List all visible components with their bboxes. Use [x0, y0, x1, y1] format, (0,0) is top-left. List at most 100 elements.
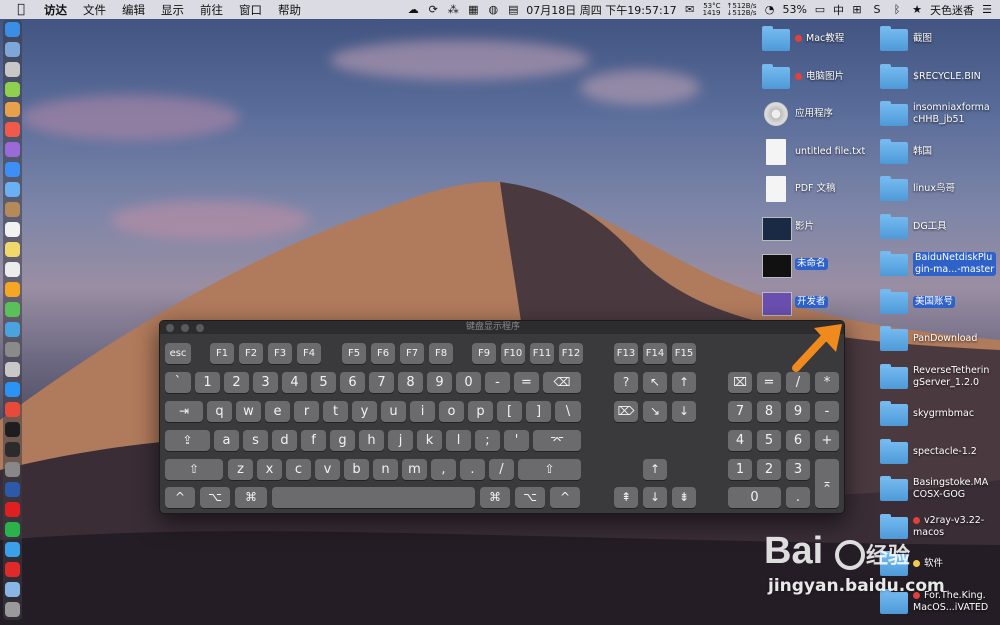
- key-f7[interactable]: F7: [400, 343, 424, 364]
- key-arrow-up[interactable]: ↑: [643, 459, 667, 480]
- key-num-3[interactable]: 3: [786, 459, 810, 480]
- menu-edit[interactable]: 编辑: [122, 2, 145, 18]
- launchpad-icon[interactable]: [5, 42, 20, 57]
- app-icon[interactable]: [5, 362, 20, 377]
- key-backtick[interactable]: `: [165, 372, 191, 393]
- notes-icon[interactable]: [5, 242, 20, 257]
- window-titlebar[interactable]: 键盘显示程序: [160, 321, 844, 334]
- key-num-9[interactable]: 9: [786, 401, 810, 422]
- key-esc[interactable]: esc: [165, 343, 191, 364]
- desktop-folder-baidunetdisk-plugin[interactable]: BaiduNetdiskPlu gin-ma...-master: [880, 251, 997, 277]
- yandex-icon[interactable]: [5, 502, 20, 517]
- key-num-equals[interactable]: =: [757, 372, 781, 393]
- key-right-command[interactable]: ⌘: [480, 487, 510, 508]
- desktop-disk-applications[interactable]: 应用程序: [762, 101, 833, 127]
- desktop-folder-linux[interactable]: linux鸟哥: [880, 176, 955, 202]
- share-icon[interactable]: ⁂: [446, 3, 460, 16]
- safari-icon[interactable]: [5, 162, 20, 177]
- grid-icon[interactable]: ⊞: [850, 3, 864, 16]
- messages-icon[interactable]: [5, 302, 20, 317]
- key-arrow-down[interactable]: ↓: [643, 487, 667, 508]
- downloads-folder-icon[interactable]: [5, 582, 20, 597]
- key-m[interactable]: m: [402, 459, 427, 480]
- key-a[interactable]: a: [214, 430, 239, 451]
- key-num-0[interactable]: 0: [728, 487, 781, 508]
- key-arrow-right[interactable]: ⇟: [672, 487, 696, 508]
- key-g[interactable]: g: [330, 430, 355, 451]
- zoom-button[interactable]: [196, 324, 204, 332]
- key-num-enter[interactable]: ⌅: [815, 459, 839, 508]
- key-w[interactable]: w: [236, 401, 261, 422]
- mail-icon[interactable]: ✉: [683, 3, 697, 16]
- key-r[interactable]: r: [294, 401, 319, 422]
- calendar-icon[interactable]: ▤: [506, 3, 520, 16]
- system-stats[interactable]: 53°C 1419: [703, 2, 721, 17]
- key-5[interactable]: 5: [311, 372, 336, 393]
- key-num-2[interactable]: 2: [757, 459, 781, 480]
- key-num-divide[interactable]: /: [786, 372, 810, 393]
- app-icon[interactable]: [5, 542, 20, 557]
- app-icon[interactable]: [5, 142, 20, 157]
- key-f5[interactable]: F5: [342, 343, 366, 364]
- key-f3[interactable]: F3: [268, 343, 292, 364]
- s-app-icon[interactable]: S: [870, 3, 884, 16]
- desktop-folder-mac-tutorial[interactable]: Mac教程: [762, 26, 844, 52]
- desktop-folder-insomniax[interactable]: insomniaxforma cHHB_jb51: [880, 101, 990, 127]
- finder-icon[interactable]: [5, 22, 20, 37]
- key-o[interactable]: o: [439, 401, 464, 422]
- key-page-up[interactable]: ↑: [672, 372, 696, 393]
- sync-icon[interactable]: ⟳: [426, 3, 440, 16]
- app-icon[interactable]: [5, 342, 20, 357]
- key-quote[interactable]: ': [504, 430, 529, 451]
- key-f12[interactable]: F12: [559, 343, 583, 364]
- key-forward-delete[interactable]: ⌦: [614, 401, 638, 422]
- key-c[interactable]: c: [286, 459, 311, 480]
- key-num-minus[interactable]: -: [815, 401, 839, 422]
- app-icon[interactable]: [5, 122, 20, 137]
- key-right-bracket[interactable]: ]: [526, 401, 551, 422]
- key-1[interactable]: 1: [195, 372, 220, 393]
- terminal-icon[interactable]: [5, 422, 20, 437]
- battery-icon[interactable]: ▭: [813, 3, 827, 16]
- key-right-shift[interactable]: ⇧: [518, 459, 581, 480]
- battery-label[interactable]: 53%: [783, 3, 807, 16]
- menu-file[interactable]: 文件: [83, 2, 106, 18]
- wifi-icon[interactable]: ◔: [763, 3, 777, 16]
- key-period[interactable]: .: [460, 459, 485, 480]
- key-7[interactable]: 7: [369, 372, 394, 393]
- key-9[interactable]: 9: [427, 372, 452, 393]
- appstore-icon[interactable]: [5, 382, 20, 397]
- settings-icon[interactable]: [5, 62, 20, 77]
- list-menu-icon[interactable]: ☰: [980, 3, 994, 16]
- key-z[interactable]: z: [228, 459, 253, 480]
- chrome-icon[interactable]: [5, 102, 20, 117]
- key-6[interactable]: 6: [340, 372, 365, 393]
- key-caps-lock[interactable]: ⇪: [165, 430, 210, 451]
- desktop-folder-basingstoke[interactable]: Basingstoke.MA COSX-GOG: [880, 476, 988, 502]
- key-num-decimal[interactable]: .: [786, 487, 810, 508]
- apple-menu-icon[interactable]: : [14, 2, 28, 17]
- key-x[interactable]: x: [257, 459, 282, 480]
- menu-help[interactable]: 帮助: [278, 2, 301, 18]
- key-semicolon[interactable]: ;: [475, 430, 500, 451]
- close-button[interactable]: [166, 324, 174, 332]
- minimize-button[interactable]: [181, 324, 189, 332]
- ghost-icon[interactable]: ☁: [406, 3, 420, 16]
- key-left-shift[interactable]: ⇧: [165, 459, 223, 480]
- key-num-clear[interactable]: ⌧: [728, 372, 752, 393]
- key-f14[interactable]: F14: [643, 343, 667, 364]
- key-e[interactable]: e: [265, 401, 290, 422]
- key-f15[interactable]: F15: [672, 343, 696, 364]
- key-f10[interactable]: F10: [501, 343, 525, 364]
- desktop-folder-pdf[interactable]: PDF 文稿: [762, 176, 836, 202]
- facetime-icon[interactable]: [5, 322, 20, 337]
- key-f6[interactable]: F6: [371, 343, 395, 364]
- trash-icon[interactable]: [5, 602, 20, 617]
- desktop-folder-pc-images[interactable]: 电脑图片: [762, 64, 844, 90]
- key-4[interactable]: 4: [282, 372, 307, 393]
- netease-music-icon[interactable]: [5, 562, 20, 577]
- key-l[interactable]: l: [446, 430, 471, 451]
- key-2[interactable]: 2: [224, 372, 249, 393]
- menu-app-name[interactable]: 访达: [44, 2, 67, 18]
- key-backslash[interactable]: \: [555, 401, 581, 422]
